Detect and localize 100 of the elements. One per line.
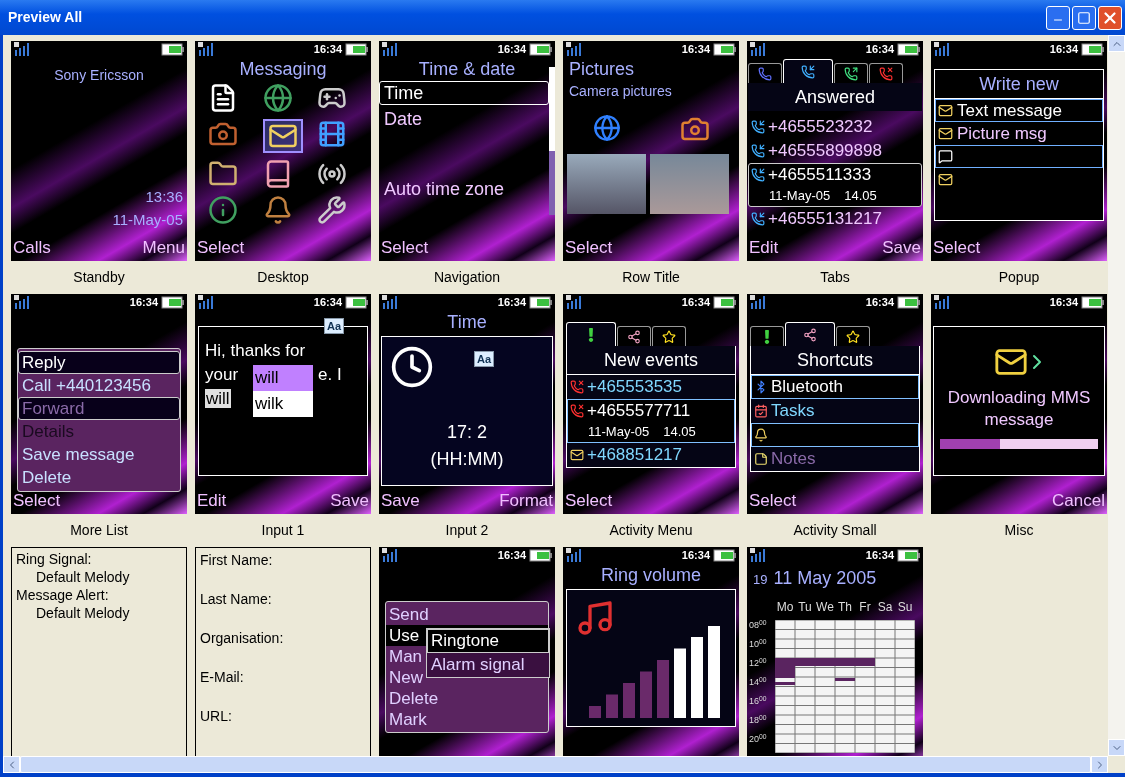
preview-caption: Misc [1004,521,1034,540]
right-softkey[interactable]: Save [882,235,921,261]
battery-icon [713,42,737,56]
left-softkey[interactable]: Edit [197,488,227,514]
message-text: Hi, thanks for [205,340,307,362]
menu-item[interactable]: Save message [18,443,180,466]
time-input-field[interactable]: Aa 17: 2 (HH:MM) [381,336,553,486]
menu-item[interactable]: Reply [18,351,180,374]
envelope-icon [938,172,953,187]
left-softkey[interactable]: Select [13,488,61,514]
status-time: 16:34 [1049,41,1078,57]
left-softkey[interactable]: Select [197,235,245,261]
tab[interactable] [750,326,784,346]
setting-value: Default Melody [35,568,131,586]
missed-call-icon [570,404,584,418]
minimize-button[interactable] [1046,5,1070,30]
tab[interactable] [652,326,686,346]
horizontal-scrollbar[interactable] [3,756,1108,773]
hour-label: 12$^{00}$ [749,655,768,670]
screen-title: Pictures [568,58,636,81]
weekday-label: Tu [797,599,813,616]
menu-item[interactable]: Forward [18,397,180,420]
envelope-icon [938,126,953,141]
screen-title: Time [446,311,488,334]
submenu-item[interactable]: Ringtone [427,629,549,653]
section-heading: Answered [748,83,922,111]
list-item[interactable]: Bluetooth [771,374,843,400]
status-time: 16:34 [865,41,894,57]
bell-icon [754,428,768,442]
weekday-label: Mo [775,599,795,616]
popup-heading: Write new [935,70,1103,99]
status-time: 16:34 [1049,294,1078,310]
menu-item[interactable] [935,145,1103,168]
date-text: 11-May-05 [111,209,183,230]
list-item[interactable]: +468851217 [587,441,683,468]
list-item[interactable]: Tasks [771,398,815,424]
menu-item[interactable]: Mark [386,709,548,730]
battery-icon [713,295,737,309]
hour-label: 18$^{00}$ [749,712,768,727]
list-item[interactable]: +46555131217 [768,205,882,232]
tab[interactable] [748,63,782,83]
section-heading: New events [566,346,736,375]
input-mode-badge: Aa [474,351,495,367]
list-item[interactable]: +465553535 [587,374,683,400]
left-softkey[interactable]: Edit [749,235,779,261]
left-softkey[interactable]: Select [749,488,797,514]
battery-icon [529,295,553,309]
list-item[interactable]: +46555899898 [768,138,882,164]
menu-item[interactable]: Delete [386,688,548,709]
battery-icon [161,42,185,56]
tab[interactable] [869,63,903,83]
left-softkey[interactable]: Select [933,235,981,261]
battery-icon [529,42,553,56]
menu-item[interactable]: Send [386,604,548,625]
left-softkey[interactable]: Select [565,235,613,261]
globe-icon [592,114,621,142]
tab[interactable] [836,326,870,346]
menu-item[interactable]: Call +440123456 [18,374,180,397]
list-item[interactable]: Notes [771,446,816,472]
right-softkey[interactable]: Save [330,488,369,514]
right-softkey[interactable]: Format [499,488,553,514]
weekday-label: Su [896,599,914,616]
status-time: 16:34 [681,294,710,310]
menu-item[interactable]: Time [379,81,549,105]
menu-item[interactable]: Date [379,107,549,131]
photo-placeholder[interactable] [567,154,646,214]
clock-time: 13:36 [144,187,183,207]
preview-caption: Tabs [820,268,850,287]
left-softkey[interactable]: Calls [13,235,51,261]
menu-item[interactable]: Picture msg [935,122,1103,145]
list-item[interactable]: +4655511333 [768,162,872,188]
submenu-item[interactable]: Alarm signal [427,653,549,677]
incoming-call-icon [751,144,765,158]
right-softkey[interactable]: Cancel [1052,488,1105,514]
tab[interactable] [617,326,651,346]
tab[interactable] [834,63,868,83]
menu-item[interactable]: Delete [18,466,180,489]
menu-item[interactable]: Auto time zone [379,177,549,201]
menu-item[interactable]: Text message [935,99,1103,122]
suggestion-item[interactable]: will [253,365,313,391]
list-item[interactable]: +4655577711 [587,398,691,424]
message-text: e. I [318,364,342,386]
close-button[interactable] [1098,5,1122,30]
left-softkey[interactable]: Save [381,488,420,514]
left-softkey[interactable]: Select [565,488,613,514]
status-time: 16:34 [865,547,894,563]
list-item[interactable]: +4655523232 [768,114,873,140]
incoming-call-icon [801,64,815,79]
status-time: 16:34 [497,41,526,57]
call-time: 14.05 [844,187,877,205]
field-label: E-Mail: [200,668,245,687]
left-softkey[interactable]: Select [381,235,429,261]
outgoing-call-icon [844,66,858,81]
field-label: Last Name: [200,590,273,609]
battery-icon [161,295,185,309]
envelope-icon [938,103,953,118]
maximize-button[interactable] [1072,5,1096,30]
right-softkey[interactable]: Menu [142,235,185,261]
preview-caption: Row Title [622,268,680,287]
vertical-scrollbar[interactable] [1108,35,1125,756]
